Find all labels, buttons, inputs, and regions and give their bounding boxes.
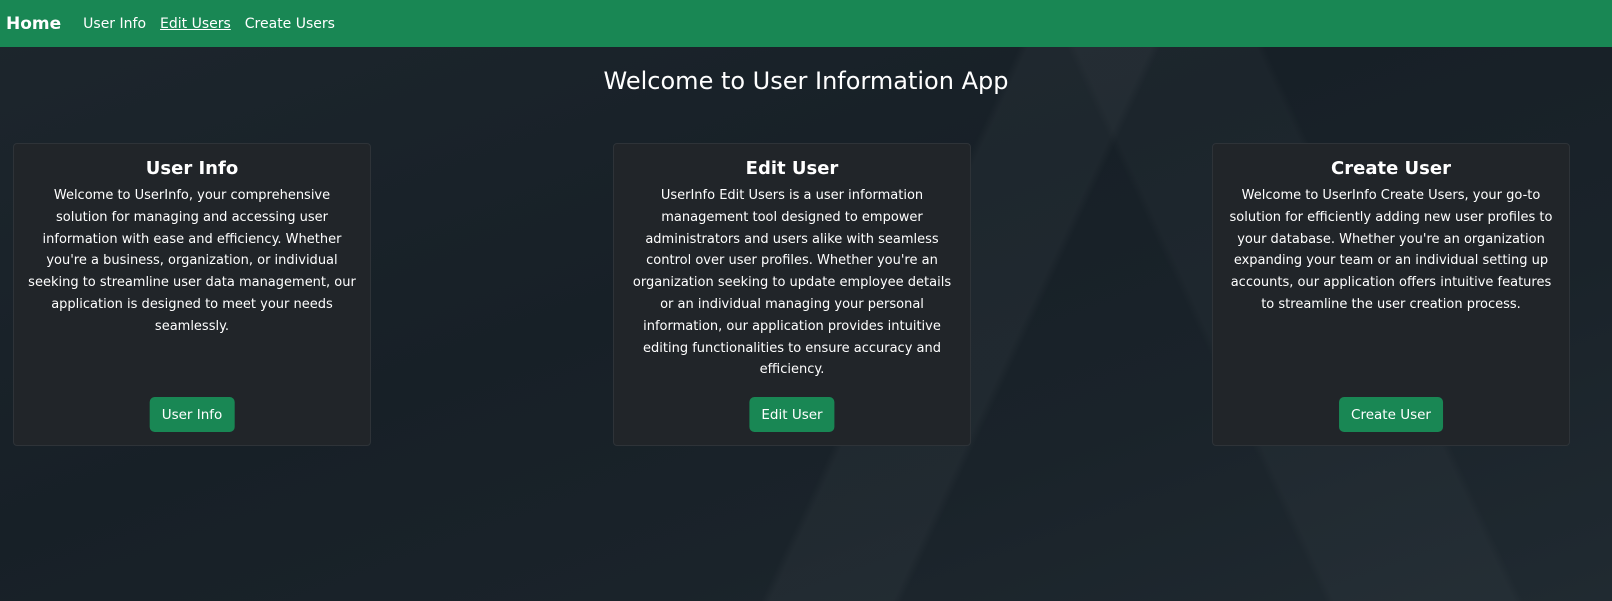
card-description: Welcome to UserInfo, your comprehensive … [28,188,356,334]
card-title: User Info [145,158,239,179]
nav-link-edit-users[interactable]: Edit Users [160,16,231,32]
nav-brand-home[interactable]: Home [6,14,61,34]
page-title: Welcome to User Information App [603,67,1009,95]
top-navbar: Home User Info Edit Users Create Users [0,0,1612,47]
card-edit-user: Edit User UserInfo Edit Users is a user … [613,143,971,446]
card-create-user: Create User Welcome to UserInfo Create U… [1212,143,1570,446]
user-info-button[interactable]: User Info [149,397,235,432]
card-user-info: User Info Welcome to UserInfo, your comp… [13,143,371,446]
card-description: Welcome to UserInfo Create Users, your g… [1229,188,1553,312]
card-title: Create User [1331,158,1451,179]
create-user-button[interactable]: Create User [1339,397,1443,432]
card-description: UserInfo Edit Users is a user informatio… [632,188,952,378]
nav-link-user-info[interactable]: User Info [83,16,146,32]
edit-user-button[interactable]: Edit User [749,397,835,432]
nav-link-create-users[interactable]: Create Users [245,16,335,32]
card-title: Edit User [745,158,839,179]
